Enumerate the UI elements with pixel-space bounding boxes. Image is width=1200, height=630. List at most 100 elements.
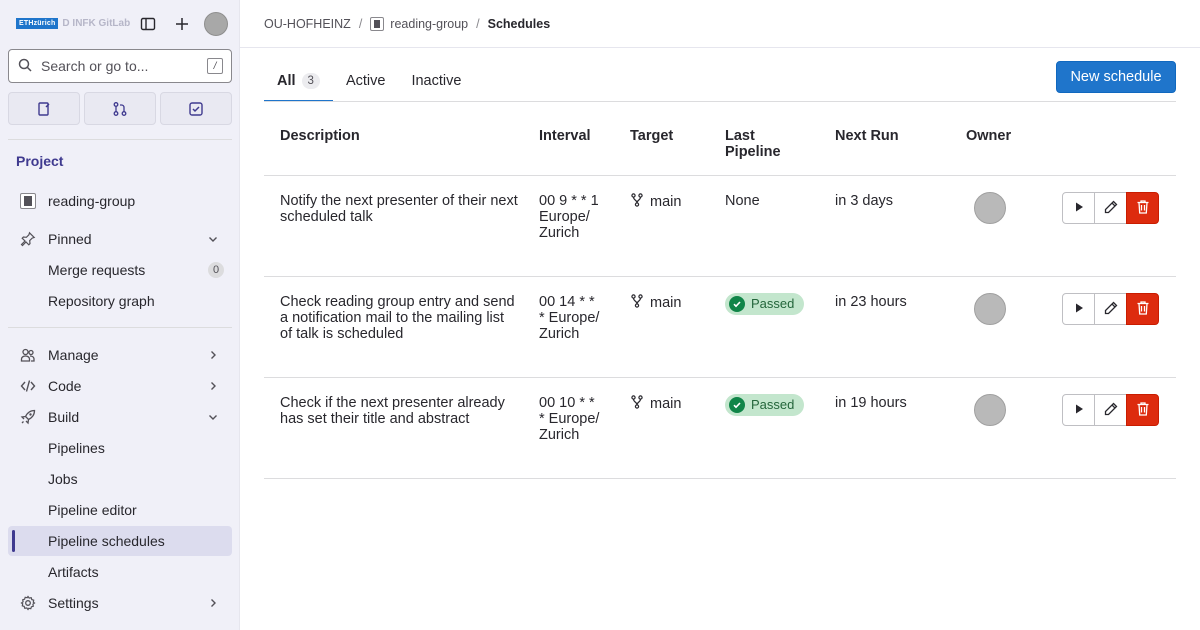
- play-button[interactable]: [1062, 293, 1095, 325]
- trash-icon: [1136, 199, 1150, 218]
- schedule-interval: 00 10 * * * Europe/ Zurich: [539, 395, 600, 443]
- settings-label: Settings: [48, 595, 99, 611]
- sidebar-item-build[interactable]: Build: [8, 402, 232, 432]
- tab-active-label: Active: [345, 73, 386, 89]
- search-button[interactable]: Search or go to... /: [8, 49, 232, 83]
- pinned-label: Pinned: [48, 231, 92, 247]
- header-last-pipeline: Last Pipeline: [725, 128, 781, 160]
- check-circle-icon: [729, 296, 745, 312]
- schedule-tabs: All 3 Active Inactive: [264, 60, 474, 102]
- artifacts-label: Artifacts: [48, 564, 99, 580]
- issues-icon[interactable]: [8, 92, 80, 125]
- branch-icon: [630, 294, 644, 312]
- gitlab-logo[interactable]: ETHzürich D INFK GitLab: [16, 16, 130, 30]
- tab-all[interactable]: All 3: [264, 60, 333, 102]
- tab-all-label: All: [277, 73, 296, 89]
- schedule-description: Check reading group entry and send a not…: [280, 294, 515, 342]
- sidebar-item-manage[interactable]: Manage: [8, 340, 232, 370]
- sidebar-topbar: ETHzürich D INFK GitLab: [0, 0, 240, 48]
- pin-icon: [20, 231, 36, 247]
- table-divider: [264, 175, 1176, 176]
- sidebar-item-repository-graph[interactable]: Repository graph: [8, 286, 232, 316]
- pipeline-status-badge[interactable]: Passed: [725, 394, 805, 416]
- tabs-divider: [264, 101, 1176, 102]
- table-divider: [264, 377, 1176, 378]
- row-actions: [1062, 394, 1159, 426]
- code-icon: [20, 378, 36, 394]
- status-label: Passed: [751, 296, 795, 311]
- users-icon: [20, 347, 36, 363]
- project-icon: [370, 17, 385, 31]
- breadcrumb-separator: /: [358, 17, 363, 31]
- target-branch: main: [650, 295, 682, 311]
- merge-requests-label: Merge requests: [48, 262, 146, 278]
- pencil-icon: [1103, 401, 1119, 420]
- tab-all-count: 3: [301, 73, 320, 89]
- delete-button[interactable]: [1126, 394, 1159, 426]
- table-divider: [264, 276, 1176, 277]
- breadcrumb-current[interactable]: Schedules: [488, 17, 551, 31]
- schedule-description: Notify the next presenter of their next …: [280, 193, 518, 225]
- tab-inactive-label: Inactive: [411, 73, 462, 89]
- search-shortcut: /: [207, 58, 223, 74]
- sidebar-item-jobs[interactable]: Jobs: [8, 464, 232, 494]
- schedule-interval: 00 14 * * * Europe/ Zurich: [539, 294, 600, 342]
- tab-active[interactable]: Active: [333, 60, 399, 102]
- header-divider: [240, 47, 1200, 48]
- new-schedule-button[interactable]: New schedule: [1056, 61, 1176, 93]
- sidebar-item-project[interactable]: reading-group: [8, 186, 232, 216]
- target-branch: main: [650, 194, 682, 210]
- breadcrumb-group[interactable]: OU-HOFHEINZ: [264, 17, 351, 31]
- sidebar-divider: [8, 327, 232, 328]
- sidebar-item-pipeline-schedules[interactable]: Pipeline schedules: [8, 526, 232, 556]
- logo-box: ETHzürich: [16, 17, 59, 29]
- play-button[interactable]: [1062, 394, 1095, 426]
- build-label: Build: [48, 409, 80, 425]
- pencil-icon: [1103, 199, 1119, 218]
- breadcrumb-project[interactable]: reading-group: [390, 17, 468, 31]
- schedule-target[interactable]: main: [630, 294, 681, 312]
- play-icon: [1073, 402, 1085, 418]
- pipeline-status-badge[interactable]: Passed: [725, 293, 805, 315]
- delete-button[interactable]: [1126, 192, 1159, 224]
- todos-icon[interactable]: [160, 92, 232, 125]
- play-button[interactable]: [1062, 192, 1095, 224]
- merge-requests-icon[interactable]: [84, 92, 156, 125]
- sidebar-item-pipelines[interactable]: Pipelines: [8, 433, 232, 463]
- sidebar-item-artifacts[interactable]: Artifacts: [8, 557, 232, 587]
- tab-inactive[interactable]: Inactive: [398, 60, 474, 102]
- edit-button[interactable]: [1094, 394, 1127, 426]
- pipelines-label: Pipelines: [48, 440, 105, 456]
- next-run: in 19 hours: [835, 395, 907, 411]
- branch-icon: [630, 193, 644, 211]
- owner-avatar[interactable]: [974, 394, 1006, 426]
- delete-button[interactable]: [1126, 293, 1159, 325]
- check-circle-icon: [729, 397, 745, 413]
- sidebar-item-settings[interactable]: Settings: [8, 588, 232, 618]
- owner-avatar[interactable]: [974, 293, 1006, 325]
- project-label: reading-group: [48, 193, 136, 209]
- edit-button[interactable]: [1094, 293, 1127, 325]
- header-target: Target: [630, 128, 674, 144]
- branch-icon: [630, 395, 644, 413]
- user-avatar[interactable]: [204, 12, 228, 36]
- schedule-target[interactable]: main: [630, 193, 681, 211]
- sidebar-item-code[interactable]: Code: [8, 371, 232, 401]
- plus-icon[interactable]: [170, 12, 194, 36]
- play-icon: [1073, 301, 1085, 317]
- owner-avatar[interactable]: [974, 192, 1006, 224]
- sidebar-toggle-icon[interactable]: [136, 12, 160, 36]
- merge-requests-count: 0: [208, 262, 224, 278]
- header-next-run: Next Run: [835, 128, 899, 144]
- trash-icon: [1136, 401, 1150, 420]
- sidebar-item-pinned[interactable]: Pinned: [8, 224, 232, 254]
- edit-button[interactable]: [1094, 192, 1127, 224]
- schedule-target[interactable]: main: [630, 395, 681, 413]
- project-icon: [20, 193, 36, 209]
- table-divider: [264, 478, 1176, 479]
- sidebar-item-pipeline-editor[interactable]: Pipeline editor: [8, 495, 232, 525]
- chevron-right-icon: [206, 596, 220, 610]
- sidebar-item-merge-requests[interactable]: Merge requests 0: [8, 255, 232, 285]
- last-pipeline-none: None: [725, 193, 760, 209]
- rocket-icon: [20, 409, 36, 425]
